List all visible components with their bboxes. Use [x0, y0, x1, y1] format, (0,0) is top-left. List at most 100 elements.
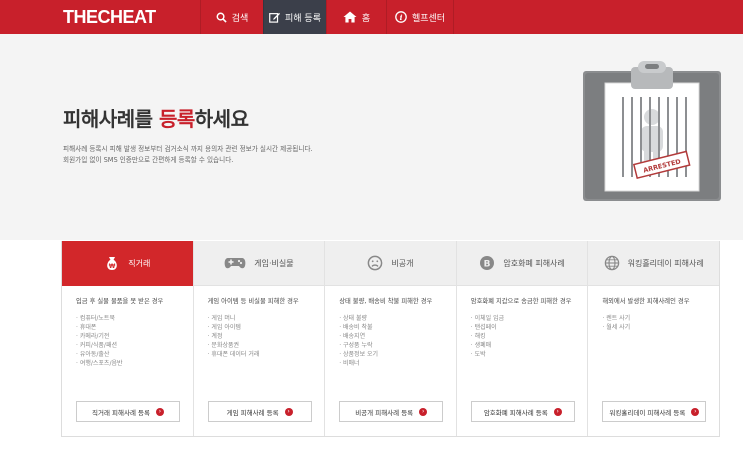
item-text: 도박: [474, 351, 486, 358]
item-text: 커피/식품/패션: [79, 342, 117, 349]
card-items: · 컴퓨터/노트북 · 휴대폰 · 카메라/기전 · 커피/식품/패션 · 유아…: [76, 314, 181, 368]
tab-working-holiday[interactable]: 워킹홀리데이 피해사례: [588, 241, 719, 286]
register-crypto-button[interactable]: 암호화폐 피해사례 등록 ›: [470, 401, 575, 422]
item-text: 계정: [211, 333, 223, 340]
card-body: 암호화폐 지갑으로 송금한 피해한 경우 · 이체일 입금 · 탠섭페이 · 해…: [457, 286, 588, 359]
gamepad-icon: [224, 256, 246, 270]
nav-item-label: 헬프센터: [411, 13, 446, 24]
item-text: 생폐매: [474, 342, 492, 349]
card-subtitle: 게임 아이템 등 비실물 피해한 경우: [207, 298, 299, 305]
list-item: · 배송지연: [339, 333, 366, 340]
item-text: 탠섭페이: [474, 324, 497, 331]
main-nav: 검색 피해 등록 홈 i 헬프센터: [200, 0, 454, 34]
item-text: 카메라/기전: [79, 333, 110, 340]
arrow-right-icon: ›: [553, 407, 562, 416]
card-body: 상태 불량, 배송비 착불 피해한 경우 · 상태 불량 · 배송비 착불 · …: [325, 286, 456, 368]
list-item: · 생폐매: [470, 342, 492, 349]
tab-label: 워킹홀리데이 피해사례: [627, 258, 704, 268]
list-item: · 해킹: [470, 333, 486, 340]
tab-game[interactable]: 게임·비실물: [193, 241, 325, 286]
hero-section: 피해사례를 등록하세요 피해사례 등록시 피해 발생 정보부터 검거소식 까지 …: [0, 34, 743, 240]
list-item: · 휴대폰 데이터 거래: [207, 351, 260, 358]
item-text: 게임 머니: [211, 315, 236, 322]
arrow-right-icon: ›: [155, 407, 164, 416]
info-icon: i: [395, 11, 407, 23]
list-item: · 휴대폰: [76, 324, 97, 331]
item-text: 이체일 입금: [474, 315, 505, 322]
tab-direct-trade[interactable]: ₩ 직거래: [62, 241, 193, 286]
item-text: 해킹: [474, 333, 486, 340]
item-text: 배송지연: [343, 333, 366, 340]
card-crypto: B 암호화폐 피해사례 암호화폐 지갑으로 송금한 피해한 경우 · 이체일 입…: [456, 241, 589, 436]
item-text: 유아동/출산: [79, 351, 110, 358]
list-item: · 컴퓨터/노트북: [76, 315, 115, 322]
nav-item-search[interactable]: 검색: [200, 0, 263, 34]
item-text: 월세 사기: [606, 324, 631, 331]
item-text: 구성품 누락: [343, 342, 373, 349]
arrow-right-icon: ›: [691, 407, 700, 416]
site-logo[interactable]: THECHEAT: [63, 7, 156, 28]
description-line: 회원가입 없이 SMS 인증만으로 간편하게 등록할 수 있습니다.: [63, 156, 234, 164]
nav-item-label: 검색: [231, 13, 249, 24]
nav-item-home[interactable]: 홈: [326, 0, 386, 34]
nav-item-label: 홈: [361, 13, 371, 24]
list-item: · 카메라/기전: [76, 333, 110, 340]
tab-private[interactable]: 비공개: [325, 241, 456, 286]
item-text: 렌트 사기: [606, 315, 631, 322]
card-body: 해외에서 발생한 피해사례인 경우 · 렌트 사기 · 월세 사기: [588, 286, 719, 332]
svg-text:B: B: [484, 259, 491, 269]
list-item: · 도박: [470, 351, 486, 358]
register-private-button[interactable]: 비공개 피해사례 등록 ›: [339, 401, 444, 422]
register-direct-trade-button[interactable]: 직거래 피해사례 등록 ›: [76, 401, 180, 422]
title-part: 하세요: [194, 107, 249, 131]
card-subtitle: 상태 불량, 배송비 착불 피해한 경우: [339, 298, 433, 305]
list-item: · 비매너: [339, 360, 360, 367]
card-body: 게임 아이템 등 비실물 피해한 경우 · 게임 머니 · 게임 아이템 · 계…: [194, 286, 325, 359]
list-item: · 게임 아이템: [207, 324, 241, 331]
tab-label: 비공개: [391, 258, 414, 268]
list-item: · 렌트 사기: [602, 315, 631, 322]
register-game-button[interactable]: 게임 피해사례 등록 ›: [207, 401, 312, 422]
item-text: 비매너: [343, 360, 360, 367]
top-navigation-bar: THECHEAT 검색 피해 등록 홈 i 헬프센터: [0, 0, 743, 34]
item-text: 컴퓨터/노트북: [79, 315, 115, 322]
list-item: · 탠섭페이: [470, 324, 497, 331]
card-game: 게임·비실물 게임 아이템 등 비실물 피해한 경우 · 게임 머니 · 게임 …: [193, 241, 326, 436]
list-item: · 상태 불량: [339, 315, 368, 322]
item-text: 여행/스포츠/음반: [79, 360, 123, 367]
list-item: · 상품정보 오기: [339, 351, 379, 358]
card-direct-trade: ₩ 직거래 입금 후 실물 물품을 못 받은 경우 · 컴퓨터/노트북 · 휴대…: [62, 241, 194, 436]
page-title: 피해사례를 등록하세요: [63, 103, 249, 132]
card-subtitle: 입금 후 실물 물품을 못 받은 경우: [76, 298, 164, 305]
list-item: · 게임 머니: [207, 315, 236, 322]
button-label: 비공개 피해사례 등록: [355, 408, 414, 417]
card-body: 입금 후 실물 물품을 못 받은 경우 · 컴퓨터/노트북 · 휴대폰 · 카메…: [62, 286, 193, 368]
title-accent: 등록: [158, 107, 195, 131]
home-icon: [343, 11, 357, 23]
card-items: · 상태 불량 · 배송비 착불 · 배송지연 · 구성품 누락 · 상품정보 …: [339, 314, 444, 368]
nav-item-report[interactable]: 피해 등록: [263, 0, 326, 34]
category-cards: ₩ 직거래 입금 후 실물 물품을 못 받은 경우 · 컴퓨터/노트북 · 휴대…: [61, 241, 720, 437]
item-text: 상태 불량: [343, 315, 368, 322]
card-items: · 이체일 입금 · 탠섭페이 · 해킹 · 생폐매 · 도박: [471, 314, 576, 359]
svg-text:₩: ₩: [109, 263, 116, 270]
description-line: 피해사례 등록시 피해 발생 정보부터 검거소식 까지 용의자 관련 정보가 실…: [63, 145, 313, 153]
item-text: 게임 아이템: [211, 324, 241, 331]
nav-item-help[interactable]: i 헬프센터: [386, 0, 454, 34]
bitcoin-icon: B: [479, 255, 495, 271]
arrow-right-icon: ›: [284, 407, 293, 416]
list-item: · 배송비 착불: [339, 324, 373, 331]
tab-crypto[interactable]: B 암호화폐 피해사례: [456, 241, 588, 286]
list-item: · 유아동/출산: [76, 351, 110, 358]
list-item: · 커피/식품/패션: [76, 342, 117, 349]
clipboard-illustration: ARRESTED: [583, 61, 721, 201]
list-item: · 이체일 입금: [470, 315, 505, 322]
list-item: · 여행/스포츠/음반: [76, 360, 123, 367]
item-text: 상품정보 오기: [343, 351, 379, 358]
register-working-holiday-button[interactable]: 워킹홀리데이 피해사례 등록 ›: [602, 401, 707, 422]
card-subtitle: 암호화폐 지갑으로 송금한 피해한 경우: [470, 298, 572, 305]
tab-label: 암호화폐 피해사례: [503, 258, 565, 268]
tab-label: 게임·비실물: [254, 258, 294, 268]
svg-text:i: i: [400, 13, 403, 22]
card-items: · 게임 머니 · 게임 아이템 · 계정 · 문화상품권 · 휴대폰 데이터 …: [208, 314, 313, 359]
